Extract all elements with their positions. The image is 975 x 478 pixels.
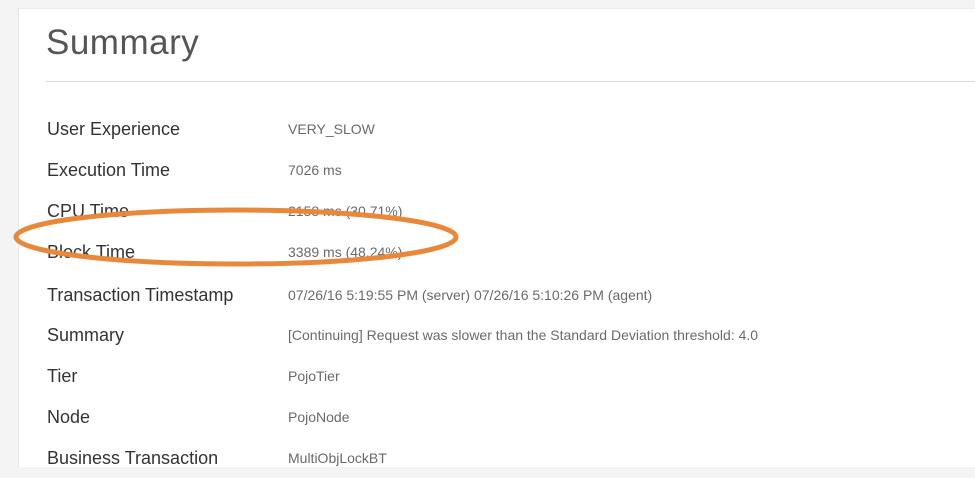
- row-block-time: Block Time 3389 ms (48.24%): [19, 232, 975, 272]
- row-value: 3389 ms (48.24%): [288, 244, 403, 260]
- row-value: MultiObjLockBT: [288, 450, 387, 466]
- summary-title: Summary: [46, 23, 200, 62]
- row-label: Tier: [47, 366, 78, 386]
- row-summary: Summary [Continuing] Request was slower …: [19, 315, 975, 355]
- row-value: PojoTier: [288, 368, 340, 384]
- title-divider: [46, 81, 975, 82]
- row-value: [Continuing] Request was slower than the…: [288, 327, 759, 343]
- row-node: Node PojoNode: [19, 397, 975, 437]
- row-value: 07/26/16 5:19:55 PM (server) 07/26/16 5:…: [288, 287, 653, 303]
- row-label: Block Time: [47, 242, 136, 262]
- row-label: Business Transaction: [47, 448, 219, 468]
- row-value: PojoNode: [288, 409, 350, 425]
- row-value: 2158 ms (30.71%): [288, 203, 403, 219]
- row-label: User Experience: [47, 119, 181, 139]
- row-label: Node: [47, 407, 91, 427]
- row-label: Transaction Timestamp: [47, 285, 234, 305]
- row-business-transaction: Business Transaction MultiObjLockBT: [19, 438, 975, 478]
- summary-panel: Summary User Experience VERY_SLOW Execut…: [18, 8, 975, 468]
- row-execution-time: Execution Time 7026 ms: [19, 150, 975, 190]
- row-user-experience: User Experience VERY_SLOW: [19, 109, 975, 149]
- row-label: Summary: [47, 325, 125, 345]
- row-value: 7026 ms: [288, 162, 342, 178]
- row-transaction-timestamp: Transaction Timestamp 07/26/16 5:19:55 P…: [19, 275, 975, 315]
- row-cpu-time: CPU Time 2158 ms (30.71%): [19, 191, 975, 231]
- row-label: CPU Time: [47, 201, 130, 221]
- row-tier: Tier PojoTier: [19, 356, 975, 396]
- row-label: Execution Time: [47, 160, 171, 180]
- row-value: VERY_SLOW: [288, 121, 375, 137]
